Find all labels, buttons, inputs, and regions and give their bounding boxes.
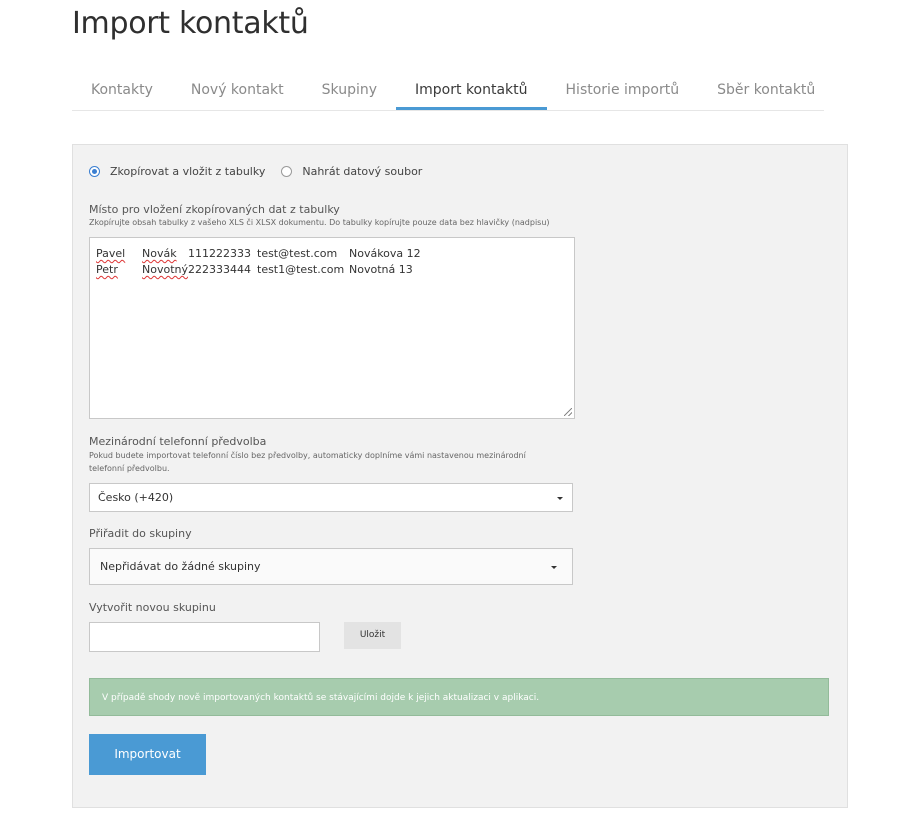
paste-area-hint: Zkopírujte obsah tabulky z vašeho XLS či… (89, 218, 550, 227)
group-label: Přiřadit do skupiny (89, 527, 192, 540)
phone-prefix-value: Česko (+420) (98, 491, 174, 504)
paste-cell: 111222333 (188, 247, 251, 260)
chevron-down-icon (557, 497, 563, 500)
group-value: Nepřidávat do žádné skupiny (100, 560, 261, 573)
tab-kontakty[interactable]: Kontakty (72, 70, 172, 108)
radio-paste-label[interactable]: Zkopírovat a vložit z tabulky (110, 165, 265, 178)
paste-cell: test@test.com (257, 247, 338, 260)
import-form-panel: Zkopírovat a vložit z tabulky Nahrát dat… (72, 144, 848, 808)
radio-upload[interactable] (281, 166, 293, 177)
tab-sber-kontaktu[interactable]: Sběr kontaktů (698, 70, 834, 108)
paste-row: Pavel Novák 111222333 test@test.com Nová… (96, 247, 421, 260)
resize-handle[interactable] (564, 408, 572, 416)
paste-area-label: Místo pro vložení zkopírovaných dat z ta… (89, 203, 340, 216)
paste-cell: Petr (96, 263, 118, 276)
paste-cell: Novotný (142, 263, 188, 276)
import-button[interactable]: Importovat (89, 734, 206, 775)
save-button[interactable]: Uložit (344, 622, 401, 649)
paste-cell: Novotná 13 (349, 263, 413, 276)
group-select[interactable]: Nepřidávat do žádné skupiny (89, 548, 573, 585)
paste-textarea[interactable]: Pavel Novák 111222333 test@test.com Nová… (89, 237, 575, 419)
phone-prefix-hint-line2: telefonní předvolbu. (89, 464, 170, 473)
paste-cell: Novák (142, 247, 177, 260)
phone-prefix-select[interactable]: Česko (+420) (89, 483, 573, 512)
new-group-input[interactable] (89, 622, 320, 652)
tab-import-kontaktu[interactable]: Import kontaktů (396, 70, 547, 110)
tab-bar: Kontakty Nový kontakt Skupiny Import kon… (72, 70, 824, 111)
chevron-down-icon (551, 566, 557, 569)
paste-cell: Pavel (96, 247, 126, 260)
tab-skupiny[interactable]: Skupiny (303, 70, 396, 108)
tab-novy-kontakt[interactable]: Nový kontakt (172, 70, 303, 108)
phone-prefix-hint-line1: Pokud budete importovat telefonní číslo … (89, 451, 526, 460)
paste-cell: test1@test.com (257, 263, 345, 276)
import-mode-group: Zkopírovat a vložit z tabulky Nahrát dat… (89, 165, 438, 178)
info-notice: V případě shody nově importovaných konta… (89, 678, 829, 716)
radio-upload-label[interactable]: Nahrát datový soubor (302, 165, 422, 178)
paste-row: Petr Novotný 222333444 test1@test.com No… (96, 263, 413, 276)
radio-paste[interactable] (89, 166, 100, 177)
paste-cell: 222333444 (188, 263, 251, 276)
tab-historie-importu[interactable]: Historie importů (547, 70, 699, 108)
paste-cell: Novákova 12 (349, 247, 421, 260)
phone-prefix-label: Mezinárodní telefonní předvolba (89, 435, 267, 448)
new-group-label: Vytvořit novou skupinu (89, 601, 216, 614)
page-title: Import kontaktů (72, 6, 309, 41)
